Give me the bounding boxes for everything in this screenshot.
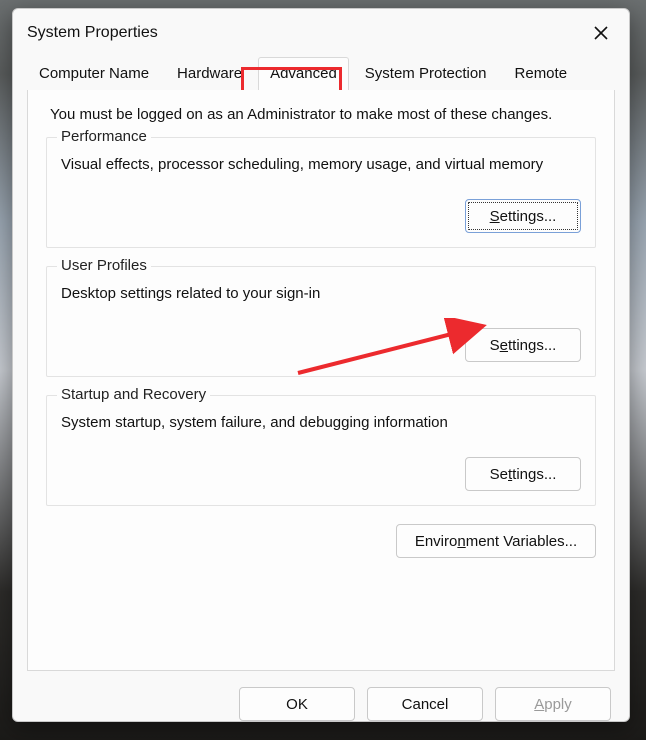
- ok-button[interactable]: OK: [239, 687, 355, 721]
- group-startup-title: Startup and Recovery: [57, 386, 210, 403]
- startup-recovery-settings-button[interactable]: Settings...: [465, 457, 581, 491]
- window-title: System Properties: [27, 24, 158, 42]
- environment-variables-button[interactable]: Environment Variables...: [396, 524, 596, 558]
- cancel-button[interactable]: Cancel: [367, 687, 483, 721]
- close-button[interactable]: [587, 19, 615, 47]
- group-user-profiles-desc: Desktop settings related to your sign-in: [61, 285, 581, 302]
- user-profiles-settings-button[interactable]: Settings...: [465, 328, 581, 362]
- group-user-profiles-title: User Profiles: [57, 257, 151, 274]
- dialog-button-bar: OK Cancel Apply: [13, 671, 629, 721]
- tab-hardware[interactable]: Hardware: [165, 57, 254, 90]
- tab-panel-advanced: You must be logged on as an Administrato…: [27, 90, 615, 671]
- group-startup-recovery: Startup and Recovery System startup, sys…: [46, 395, 596, 506]
- group-startup-desc: System startup, system failure, and debu…: [61, 414, 581, 431]
- system-properties-dialog: System Properties Computer Name Hardware…: [12, 8, 630, 722]
- group-performance: Performance Visual effects, processor sc…: [46, 137, 596, 248]
- group-performance-desc: Visual effects, processor scheduling, me…: [61, 156, 581, 173]
- titlebar: System Properties: [13, 9, 629, 55]
- group-performance-title: Performance: [57, 128, 151, 145]
- close-icon: [594, 26, 608, 40]
- tab-strip: Computer Name Hardware Advanced System P…: [13, 57, 629, 90]
- tab-advanced[interactable]: Advanced: [258, 57, 349, 90]
- group-user-profiles: User Profiles Desktop settings related t…: [46, 266, 596, 377]
- tab-computer-name[interactable]: Computer Name: [27, 57, 161, 90]
- admin-required-text: You must be logged on as an Administrato…: [50, 106, 596, 123]
- apply-button[interactable]: Apply: [495, 687, 611, 721]
- tab-system-protection[interactable]: System Protection: [353, 57, 499, 90]
- performance-settings-button[interactable]: Settings...: [465, 199, 581, 233]
- tab-remote[interactable]: Remote: [503, 57, 580, 90]
